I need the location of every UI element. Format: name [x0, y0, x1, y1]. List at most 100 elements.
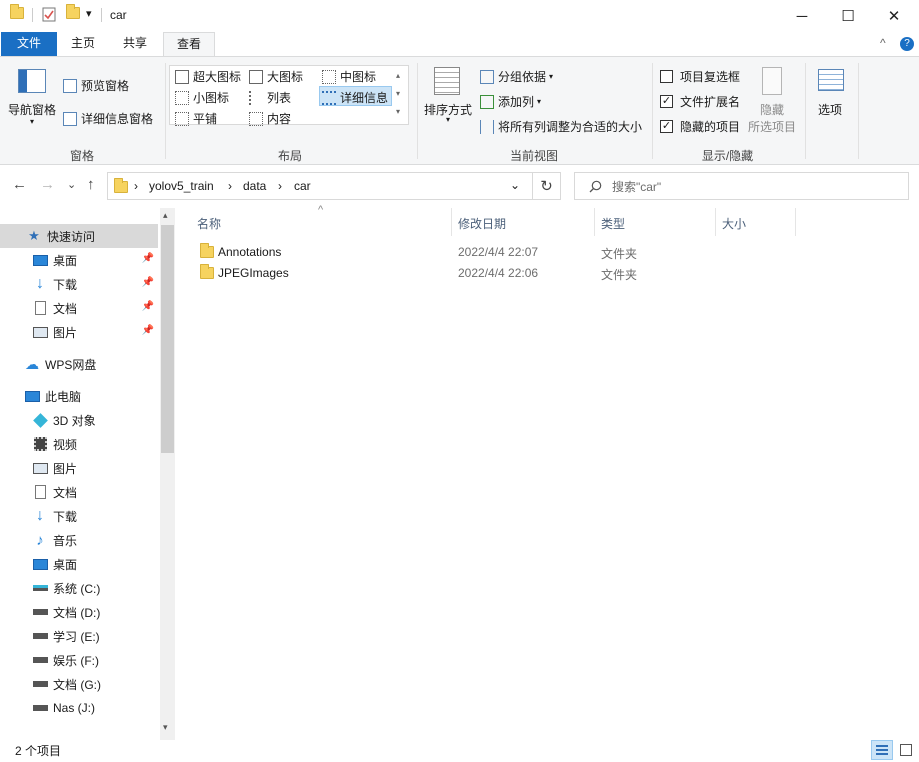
navigation-pane: ★ 快速访问 桌面 📌 ↓ 下载 📌 文档 📌 图片 📌 ☁ WPS网盘 此电脑… [0, 208, 176, 740]
details-view-icon [876, 745, 888, 755]
layout-tiles[interactable]: 平铺 [175, 110, 217, 127]
hidden-items-checkbox[interactable]: ✓ [660, 120, 673, 133]
pin-icon[interactable]: 📌 [142, 325, 154, 336]
sidebar-item-desktop[interactable]: 桌面 📌 [0, 248, 158, 272]
preview-pane-button[interactable]: 预览窗格 [63, 77, 129, 94]
nav-pane-button[interactable]: 导航窗格 ▾ [6, 63, 62, 127]
pin-icon[interactable]: 📌 [142, 253, 154, 264]
tab-home[interactable]: 主页 [60, 32, 106, 56]
pictures-icon [32, 325, 48, 339]
sidebar-item-drive-f[interactable]: 娱乐 (F:) [0, 648, 158, 672]
refresh-button[interactable]: ↻ [532, 172, 561, 200]
back-button[interactable]: ← [12, 176, 27, 193]
breadcrumb-yolov5-train[interactable]: yolov5_train [149, 179, 214, 193]
help-icon[interactable]: ? [900, 37, 914, 51]
table-row[interactable]: JPEGImages 2022/4/4 22:06 文件夹 [194, 262, 794, 283]
layout-scroll-arrows[interactable]: ▴ ▾ ▾ [396, 67, 400, 121]
file-extensions-toggle[interactable]: ✓ 文件扩展名 [660, 93, 740, 110]
scroll-down-icon[interactable]: ▾ [163, 722, 168, 733]
sidebar-item-drive-d[interactable]: 文档 (D:) [0, 600, 158, 624]
customize-toolbar-icon[interactable]: ▾ [86, 7, 92, 20]
minimize-button[interactable]: ─ [779, 0, 825, 32]
up-button[interactable]: ↑ [87, 176, 95, 193]
item-checkboxes-checkbox[interactable] [660, 70, 673, 83]
pin-icon[interactable]: 📌 [142, 277, 154, 288]
document-icon [32, 301, 48, 315]
sidebar-item-label: 文档 [53, 485, 78, 500]
sidebar-item-quick-access[interactable]: ★ 快速访问 [0, 224, 158, 248]
layout-option-label: 详细信息 [340, 91, 389, 105]
sidebar-item-pictures[interactable]: 图片 📌 [0, 320, 158, 344]
item-checkboxes-toggle[interactable]: 项目复选框 [660, 68, 740, 85]
layout-large-icons[interactable]: 大图标 [249, 68, 303, 85]
address-bar[interactable]: › yolov5_train › data › car ⌄ [107, 172, 533, 200]
large-icons-view-button[interactable] [896, 740, 916, 760]
group-by-label: 分组依据 [498, 70, 547, 84]
hidden-items-toggle[interactable]: ✓ 隐藏的项目 [660, 118, 740, 135]
scroll-up-icon[interactable]: ▴ [163, 210, 168, 221]
layout-details[interactable]: 详细信息 [322, 89, 388, 106]
sidebar-item-label: 系统 (C:) [53, 581, 101, 596]
tab-view[interactable]: 查看 [163, 32, 215, 57]
address-dropdown-icon[interactable]: ⌄ [510, 178, 520, 192]
properties-icon[interactable] [42, 7, 56, 22]
sort-by-button[interactable]: 排序方式 ▾ [422, 65, 476, 129]
layout-content[interactable]: 内容 [249, 110, 291, 127]
details-view-button[interactable] [871, 740, 893, 760]
sidebar-item-documents-pc[interactable]: 文档 [0, 480, 158, 504]
sidebar-item-documents[interactable]: 文档 📌 [0, 296, 158, 320]
sidebar-item-drive-e[interactable]: 学习 (E:) [0, 624, 158, 648]
sidebar-item-drive-j[interactable]: Nas (J:) [0, 696, 158, 720]
sidebar-item-downloads-pc[interactable]: ↓ 下载 [0, 504, 158, 528]
sort-ascending-icon: ^ [318, 204, 324, 216]
sidebar-item-wps[interactable]: ☁ WPS网盘 [0, 352, 158, 376]
tab-file[interactable]: 文件 [1, 32, 57, 56]
sidebar-item-pictures-pc[interactable]: 图片 [0, 456, 158, 480]
sidebar-item-videos[interactable]: 视频 [0, 432, 158, 456]
layout-medium-icons[interactable]: 中图标 [322, 68, 376, 85]
fit-columns-button[interactable]: 将所有列调整为合适的大小 [480, 118, 642, 135]
layout-list[interactable]: 列表 [249, 89, 291, 106]
options-button[interactable]: 选项 [812, 65, 850, 125]
sidebar-item-label: 此电脑 [45, 389, 82, 404]
layout-extra-large-icons[interactable]: 超大图标 [175, 68, 241, 85]
close-button[interactable]: ✕ [871, 0, 917, 32]
group-by-button[interactable]: 分组依据 ▾ [480, 68, 553, 85]
sidebar-item-music[interactable]: ♪ 音乐 [0, 528, 158, 552]
sidebar-item-drive-c[interactable]: 系统 (C:) [0, 576, 158, 600]
sidebar-item-downloads[interactable]: ↓ 下载 📌 [0, 272, 158, 296]
collapse-ribbon-icon[interactable]: ^ [880, 36, 886, 50]
tab-share[interactable]: 共享 [112, 32, 158, 56]
folder-icon [200, 264, 214, 279]
file-extensions-checkbox[interactable]: ✓ [660, 95, 673, 108]
add-column-button[interactable]: 添加列 ▾ [480, 93, 541, 110]
recent-locations-button[interactable]: ⌄ [67, 178, 76, 191]
column-header-date[interactable]: 修改日期 [458, 215, 506, 232]
column-header-type[interactable]: 类型 [601, 215, 625, 232]
sidebar-item-this-pc[interactable]: 此电脑 [0, 384, 158, 408]
table-row[interactable]: Annotations 2022/4/4 22:07 文件夹 [194, 241, 794, 262]
breadcrumb-car[interactable]: car [294, 179, 311, 193]
group-label-current-view: 当前视图 [509, 149, 558, 163]
sidebar-scroll-thumb[interactable] [161, 225, 174, 453]
pin-icon[interactable]: 📌 [142, 301, 154, 312]
details-pane-button[interactable]: 详细信息窗格 [63, 110, 153, 127]
new-folder-icon[interactable] [66, 4, 80, 19]
breadcrumb-data[interactable]: data [243, 179, 266, 193]
sidebar-item-3d-objects[interactable]: 3D 对象 [0, 408, 158, 432]
search-input[interactable]: 搜索"car" [574, 172, 909, 200]
extra-large-icons-icon [175, 69, 189, 84]
cloud-icon: ☁ [25, 355, 39, 372]
file-name: JPEGImages [218, 266, 289, 280]
column-header-name[interactable]: 名称 [197, 215, 221, 232]
breadcrumb-separator: › [134, 179, 138, 193]
sidebar-item-desktop-pc[interactable]: 桌面 [0, 552, 158, 576]
nav-pane-icon [18, 69, 46, 93]
layout-small-icons[interactable]: 小图标 [175, 89, 229, 106]
details-pane-icon [63, 111, 77, 126]
sidebar-item-drive-g[interactable]: 文档 (G:) [0, 672, 158, 696]
hide-selected-button[interactable]: 隐藏 所选项目 [746, 65, 798, 135]
column-header-size[interactable]: 大小 [722, 215, 746, 232]
maximize-button[interactable]: ☐ [825, 0, 871, 32]
forward-button[interactable]: → [40, 176, 55, 193]
